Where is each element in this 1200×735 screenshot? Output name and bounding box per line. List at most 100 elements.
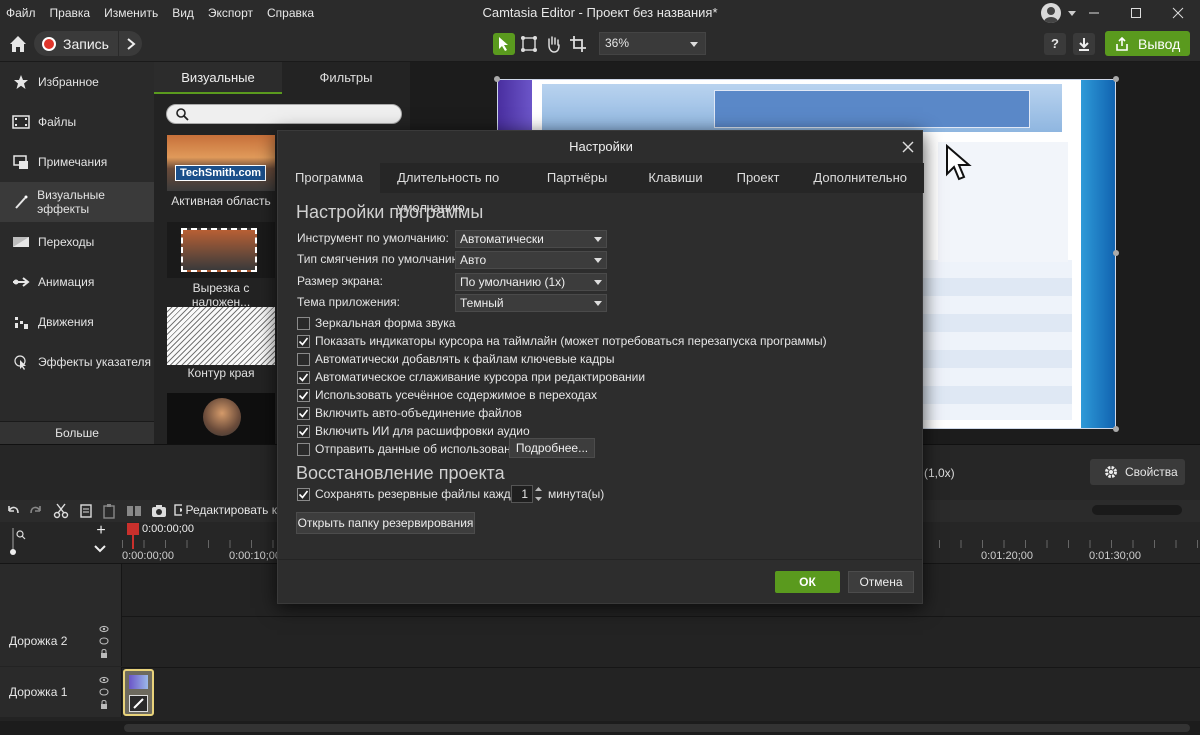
- checkbox[interactable]: [297, 388, 310, 402]
- more-info-button[interactable]: Подробнее...: [509, 438, 595, 458]
- menu-export[interactable]: Экспорт: [201, 6, 260, 20]
- backup-interval-input[interactable]: 1: [511, 485, 533, 503]
- preview-resize-handle[interactable]: [1113, 426, 1119, 432]
- redo-button[interactable]: [28, 503, 44, 519]
- menu-file[interactable]: Файл: [0, 6, 43, 20]
- tab-filters[interactable]: Фильтры: [282, 62, 410, 94]
- effect-thumb-cutout[interactable]: Вырезка с наложен...: [167, 222, 275, 309]
- checkbox[interactable]: [297, 316, 310, 330]
- record-options-button[interactable]: [118, 31, 142, 56]
- export-button[interactable]: Вывод: [1105, 31, 1190, 56]
- maximize-button[interactable]: [1114, 0, 1158, 26]
- sidebar-item-animations[interactable]: Анимация: [0, 262, 154, 302]
- preview-resize-handle[interactable]: [1113, 76, 1119, 82]
- checkbox[interactable]: [297, 352, 310, 366]
- preview-resize-handle[interactable]: [494, 76, 500, 82]
- paste-button[interactable]: [101, 503, 117, 519]
- tab-default-duration[interactable]: Длительность по умолчанию: [380, 163, 523, 215]
- sidebar-item-transitions[interactable]: Переходы: [0, 222, 154, 262]
- effect-thumb-highlight[interactable]: TechSmith.com Активная область: [167, 135, 275, 211]
- checkbox-row[interactable]: Использовать усечённое содержимое в пере…: [297, 386, 597, 404]
- checkbox-row[interactable]: Включить ИИ для расшифровки аудио: [297, 422, 530, 440]
- open-backup-folder-button[interactable]: Открыть папку резервирования: [296, 512, 475, 534]
- menu-help[interactable]: Справка: [260, 6, 321, 20]
- checkbox[interactable]: [297, 487, 310, 501]
- track-controls[interactable]: [98, 624, 110, 660]
- select-tool-button[interactable]: [493, 33, 515, 55]
- help-button[interactable]: ?: [1044, 33, 1066, 55]
- more-button[interactable]: Больше: [0, 421, 154, 444]
- checkbox[interactable]: [297, 406, 310, 420]
- dialog-close-button[interactable]: [902, 141, 914, 153]
- preview-resize-handle[interactable]: [1113, 250, 1119, 256]
- checkbox-row[interactable]: Автоматическое сглаживание курсора при р…: [297, 368, 645, 386]
- sidebar-item-media[interactable]: Файлы: [0, 102, 154, 142]
- tab-hotkeys[interactable]: Клавиши: [631, 163, 719, 193]
- cancel-button[interactable]: Отмена: [848, 571, 914, 593]
- checkbox-row[interactable]: Показать индикаторы курсора на таймлайн …: [297, 332, 827, 350]
- checkbox-row[interactable]: Включить авто-объединение файлов: [297, 404, 522, 422]
- track-row[interactable]: [0, 616, 1200, 666]
- minimize-button[interactable]: [1072, 0, 1116, 26]
- tab-advanced[interactable]: Дополнительно: [796, 163, 924, 193]
- split-button[interactable]: [126, 503, 142, 519]
- checkbox[interactable]: [297, 442, 310, 456]
- checkbox-row[interactable]: Автоматически добавлять к файлам ключевы…: [297, 350, 615, 368]
- properties-button[interactable]: Свойства: [1090, 459, 1185, 485]
- snapshot-button[interactable]: [151, 503, 167, 519]
- sidebar-item-favorites[interactable]: Избранное: [0, 62, 154, 102]
- media-clip[interactable]: [123, 669, 154, 716]
- add-track-button[interactable]: +: [94, 523, 108, 539]
- default-tool-select[interactable]: Автоматически: [455, 230, 607, 248]
- checkbox-row[interactable]: Сохранять резервные файлы каждые:: [297, 485, 529, 503]
- menu-edit[interactable]: Правка: [43, 6, 98, 20]
- horizontal-scrollbar[interactable]: [0, 721, 1200, 735]
- close-window-button[interactable]: [1156, 0, 1200, 26]
- search-input[interactable]: [166, 104, 402, 124]
- zoom-select[interactable]: 36%: [599, 32, 706, 55]
- crop-tool-button[interactable]: [567, 33, 589, 55]
- chevron-down-icon: [94, 545, 106, 553]
- tab-project[interactable]: Проект: [720, 163, 797, 193]
- checkbox-row[interactable]: Отправить данные об использовании: [297, 440, 524, 458]
- account-avatar[interactable]: [1041, 3, 1061, 23]
- tab-partners[interactable]: Партнёры: [523, 163, 631, 193]
- tab-visual-effects[interactable]: Визуальные эффекты: [154, 62, 282, 117]
- track-controls[interactable]: [98, 675, 110, 711]
- sidebar-item-annotations[interactable]: Примечания: [0, 142, 154, 182]
- edit-button[interactable]: Редактировать к: [174, 502, 277, 518]
- screen-size-select[interactable]: По умолчанию (1x): [455, 273, 607, 291]
- checkbox-row[interactable]: Зеркальная форма звука: [297, 314, 455, 332]
- download-button[interactable]: [1073, 33, 1095, 55]
- checkbox[interactable]: [297, 424, 310, 438]
- record-button[interactable]: Запись: [34, 31, 118, 56]
- sidebar-item-behaviors[interactable]: Движения: [0, 302, 154, 342]
- home-button[interactable]: [7, 33, 29, 55]
- timeline-scroll-track[interactable]: [1092, 505, 1182, 515]
- sidebar-item-label: Примечания: [38, 155, 108, 169]
- checkbox[interactable]: [297, 370, 310, 384]
- ok-button[interactable]: ОК: [775, 571, 840, 593]
- sidebar-item-cursor-effects[interactable]: Эффекты указателя: [0, 342, 154, 382]
- effect-thumb-circle[interactable]: [167, 393, 275, 444]
- zoom-slider[interactable]: [7, 525, 27, 557]
- menu-modify[interactable]: Изменить: [97, 6, 165, 20]
- settings-dialog: Настройки Программа Длительность по умол…: [277, 130, 924, 604]
- effect-thumb-edge-outline[interactable]: Контур края: [167, 307, 275, 383]
- playhead-marker[interactable]: [127, 523, 139, 535]
- cut-button[interactable]: [53, 503, 69, 519]
- tab-program[interactable]: Программа: [278, 163, 381, 193]
- menu-view[interactable]: Вид: [165, 6, 201, 20]
- default-easing-select[interactable]: Авто: [455, 251, 607, 269]
- copy-button[interactable]: [78, 503, 94, 519]
- track-row[interactable]: [0, 667, 1200, 717]
- copy-icon: [80, 504, 92, 518]
- sidebar-item-visual-effects[interactable]: Визуальные эффекты: [0, 182, 154, 222]
- undo-button[interactable]: [5, 503, 21, 519]
- collapse-tracks-button[interactable]: [94, 544, 106, 554]
- pan-tool-button[interactable]: [542, 33, 564, 55]
- app-theme-select[interactable]: Темный: [455, 294, 607, 312]
- checkbox[interactable]: [297, 334, 310, 348]
- backup-interval-stepper[interactable]: [534, 485, 543, 503]
- transform-tool-button[interactable]: [518, 33, 540, 55]
